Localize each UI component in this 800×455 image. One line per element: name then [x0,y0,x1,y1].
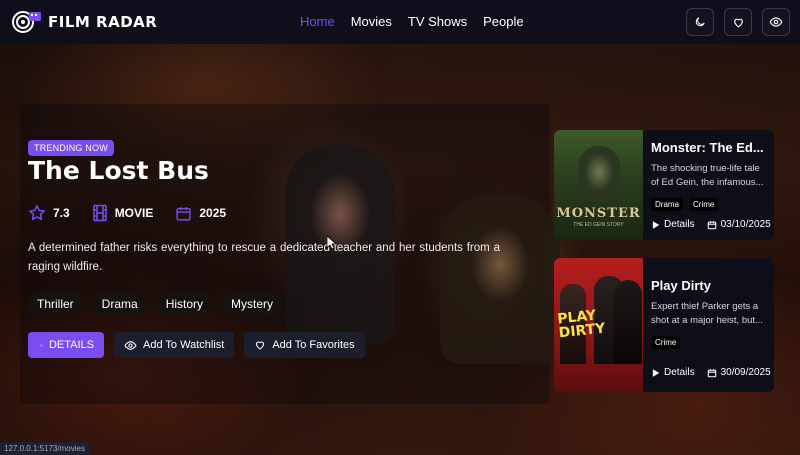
hero-meta: 7.3 MOVIE 2025 [28,204,226,222]
calendar-icon [707,368,716,377]
trending-badge: TRENDING NOW [28,140,114,156]
mouse-cursor-icon [326,235,338,255]
card-details-link[interactable]: Details [651,367,695,378]
radar-logo-icon [12,9,42,35]
genre-chip[interactable]: Thriller [28,292,83,316]
heart-icon [256,341,265,350]
poster-title-text: MONSTER [556,206,641,221]
play-icon [40,343,43,347]
header-actions [686,8,790,36]
card-title[interactable]: Monster: The Ed... [651,140,766,155]
card-tag: Crime [689,198,719,211]
eye-icon [769,17,783,27]
calendar-icon [176,206,191,221]
main-nav: Home Movies TV Shows People [300,14,524,29]
card-date-value: 30/09/2025 [720,367,771,378]
card-tags: Crime [651,336,766,349]
card-title[interactable]: Play Dirty [651,278,766,293]
watchlist-button[interactable] [762,8,790,36]
card-description: Expert thief Parker gets a shot at a maj… [651,301,763,326]
poster-title-text: PLAY DIRTY [557,307,607,341]
calendar-icon [707,220,716,229]
card-footer: Details 03/10/2025 [651,219,771,230]
card-tag: Drama [651,198,684,211]
card-body: Play Dirty Expert thief Parker gets a sh… [643,258,774,392]
side-card-play-dirty[interactable]: PLAY DIRTY Play Dirty Expert thief Parke… [554,258,774,392]
nav-home[interactable]: Home [300,14,335,29]
genre-list: Thriller Drama History Mystery [28,292,283,316]
hero-title: The Lost Bus [28,156,209,185]
theme-toggle-button[interactable] [686,8,714,36]
genre-chip[interactable]: Drama [92,292,147,316]
card-date-value: 03/10/2025 [720,219,771,230]
hero-banner: TRENDING NOW The Lost Bus 7.3 MOVIE 2025… [0,44,800,455]
play-icon [652,368,660,377]
hero-description: A determined father risks everything to … [28,242,500,273]
star-icon [29,205,45,221]
add-to-favorites-button[interactable]: Add To Favorites [244,332,365,358]
card-date: 03/10/2025 [707,219,771,230]
card-description: The shocking true-life tale of Ed Gein, … [651,163,764,188]
poster-subtitle-text: THE ED GEIN STORY [573,222,624,228]
rating-value: 7.3 [53,206,70,220]
nav-movies[interactable]: Movies [351,14,392,29]
card-footer: Details 30/09/2025 [651,367,771,378]
card-body: Monster: The Ed... The shocking true-lif… [643,130,774,240]
favorites-button[interactable] [724,8,752,36]
brand-logo[interactable]: FILM RADAR [12,9,157,35]
nav-people[interactable]: People [483,14,523,29]
poster-face [578,146,620,202]
card-details-label: Details [664,367,695,378]
media-type-label: MOVIE [114,206,154,220]
card-poster[interactable]: MONSTER THE ED GEIN STORY [554,130,643,240]
genre-chip[interactable]: History [156,292,213,316]
details-label: DETAILS [48,339,94,351]
card-tag: Crime [651,336,681,349]
film-icon [92,204,107,222]
hero-actions: DETAILS Add To Watchlist Add To Favorite… [28,332,365,358]
poster-figure [614,280,642,364]
rating: 7.3 [28,204,70,222]
media-type: MOVIE [92,204,154,222]
release-year: 2025 [175,205,226,222]
card-date: 30/09/2025 [707,367,771,378]
status-bar-url: 127.0.0.1:5173/movies [0,442,89,455]
nav-tv-shows[interactable]: TV Shows [408,14,467,29]
top-navbar: FILM RADAR Home Movies TV Shows People [0,0,800,44]
heart-icon [733,18,743,27]
moon-icon [695,17,705,27]
play-icon [652,220,660,229]
genre-chip[interactable]: Mystery [222,292,283,316]
favorites-label: Add To Favorites [272,339,355,351]
card-details-link[interactable]: Details [651,219,695,230]
watchlist-label: Add To Watchlist [143,339,225,351]
side-card-monster[interactable]: MONSTER THE ED GEIN STORY Monster: The E… [554,130,774,240]
card-details-label: Details [664,219,695,230]
year-value: 2025 [199,206,227,220]
card-poster[interactable]: PLAY DIRTY [554,258,643,392]
add-to-watchlist-button[interactable]: Add To Watchlist [114,332,235,358]
card-tags: Drama Crime [651,198,766,211]
eye-icon [124,340,137,350]
details-button[interactable]: DETAILS [28,332,104,358]
brand-name: FILM RADAR [48,13,158,31]
